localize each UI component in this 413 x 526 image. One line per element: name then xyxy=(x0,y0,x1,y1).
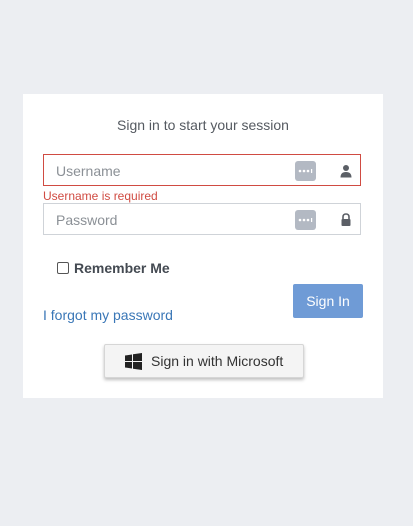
microsoft-sign-in-button[interactable]: Sign in with Microsoft xyxy=(104,344,304,378)
username-placeholder: Username xyxy=(56,163,121,179)
password-manager-icon[interactable] xyxy=(295,161,316,181)
login-title: Sign in to start your session xyxy=(117,117,289,133)
remember-me[interactable]: Remember Me xyxy=(57,260,170,276)
username-error: Username is required xyxy=(43,189,158,203)
password-manager-icon[interactable] xyxy=(295,210,316,230)
password-placeholder: Password xyxy=(56,212,118,228)
remember-label[interactable]: Remember Me xyxy=(74,260,170,276)
login-card: Sign in to start your session Username U… xyxy=(23,94,383,398)
user-icon xyxy=(340,164,352,178)
sign-in-button[interactable]: Sign In xyxy=(293,284,363,318)
forgot-password-link[interactable]: I forgot my password xyxy=(43,307,173,323)
username-field[interactable]: Username xyxy=(43,154,361,186)
lock-icon xyxy=(340,213,352,227)
microsoft-sign-in-label: Sign in with Microsoft xyxy=(151,353,284,369)
password-field[interactable]: Password xyxy=(43,203,361,235)
windows-logo-icon xyxy=(125,352,142,370)
remember-checkbox[interactable] xyxy=(57,262,69,274)
